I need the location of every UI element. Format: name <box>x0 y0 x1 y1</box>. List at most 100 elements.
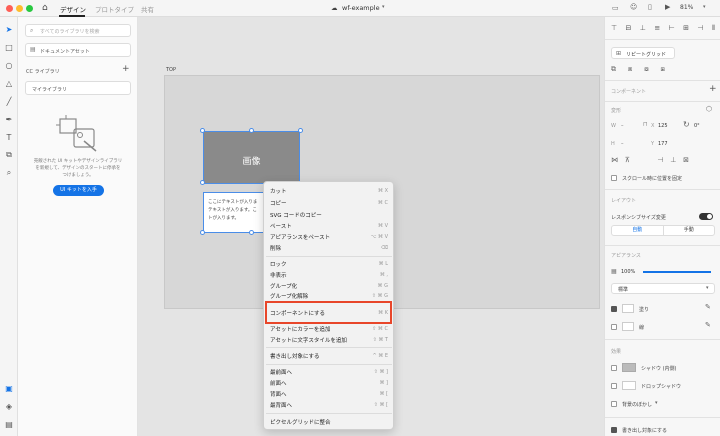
zoom-chevron-icon[interactable]: ▾ <box>703 4 706 10</box>
image-placeholder[interactable]: 画像 <box>203 131 300 184</box>
blend-mode-select[interactable]: 標準 ▾ <box>611 283 715 294</box>
inner-shadow-swatch[interactable] <box>622 363 636 372</box>
eyedropper-icon[interactable]: ✎ <box>705 303 711 311</box>
menu-item-copy[interactable]: コピー ⌘ C <box>270 197 388 208</box>
repeat-grid-button[interactable]: ⊞ リピートグリッド <box>611 47 675 59</box>
padding-icon[interactable]: ⊠ <box>683 156 689 164</box>
menu-item-mark-export[interactable]: 書き出し対象にする ^ ⌘ E <box>270 350 388 361</box>
menu-item-pixel-grid[interactable]: ピクセルグリッドに整合 <box>270 416 388 427</box>
menu-item-bring-to-front[interactable]: 最前面へ ⇧ ⌘ ] <box>270 366 388 377</box>
opacity-value[interactable]: 100% <box>621 269 635 275</box>
selection-handle[interactable] <box>249 230 254 235</box>
flip-horizontal-icon[interactable]: ⋈ <box>611 156 618 164</box>
border-swatch[interactable] <box>622 322 634 331</box>
add-component-icon[interactable]: + <box>709 84 717 94</box>
close-window-button[interactable] <box>6 5 13 12</box>
user-icon[interactable]: ☺ <box>630 3 637 11</box>
menu-item-delete[interactable]: 削除 ⌫ <box>270 242 388 253</box>
resize-mode-manual[interactable]: 手動 <box>662 226 715 235</box>
text-block[interactable]: ここにテキストが入りま テキストが入ります。こ トが入ります。 <box>203 192 265 233</box>
library-search-placeholder[interactable]: すべてのライブラリを検索 <box>40 28 99 35</box>
document-title[interactable]: wf-example <box>342 4 380 12</box>
menu-item-send-to-back[interactable]: 最背面へ ⇧ ⌘ [ <box>270 399 388 410</box>
chevron-down-icon[interactable]: ▾ <box>655 400 658 406</box>
selection-handle[interactable] <box>298 128 303 133</box>
artboard-tool-icon[interactable]: ⧉ <box>4 150 14 160</box>
drop-shadow-checkbox[interactable] <box>611 383 617 389</box>
zoom-level[interactable]: 81% <box>680 4 693 11</box>
tab-prototype[interactable]: プロトタイプ <box>95 4 134 14</box>
bg-blur-checkbox[interactable] <box>611 401 617 407</box>
align-bottom-icon[interactable]: ⊥ <box>640 24 646 33</box>
scroll-fix-checkbox[interactable] <box>611 175 617 181</box>
tab-design[interactable]: デザイン <box>60 4 86 14</box>
plugins-icon[interactable]: ▤ <box>4 419 14 429</box>
document-assets-item[interactable]: ▤ ドキュメントアセット <box>25 43 131 57</box>
align-center-icon[interactable]: ⊞ <box>683 24 689 33</box>
pen-tool-icon[interactable]: ✒ <box>4 114 14 124</box>
height-value[interactable]: – <box>621 141 624 147</box>
tab-share[interactable]: 共有 <box>141 4 154 14</box>
menu-item-paste[interactable]: ペースト ⌘ V <box>270 220 388 231</box>
menu-item-make-component[interactable]: コンポーネントにする ⌘ K <box>270 307 388 318</box>
play-icon[interactable]: ▶ <box>665 3 670 11</box>
flip-vertical-icon[interactable]: ⊼ <box>625 156 630 164</box>
line-tool-icon[interactable]: ╱ <box>4 96 14 106</box>
responsive-toggle[interactable] <box>699 213 713 220</box>
fill-checkbox[interactable] <box>611 306 617 312</box>
menu-item-paste-appearance[interactable]: アピアランスをペースト ⌥ ⌘ V <box>270 231 388 242</box>
intersect-shape-icon[interactable]: ⧇ <box>644 65 648 74</box>
align-middle-icon[interactable]: ⊟ <box>626 24 632 33</box>
home-icon[interactable]: ⌂ <box>42 3 48 13</box>
artboard-title[interactable]: TOP <box>166 67 176 73</box>
menu-item-lock[interactable]: ロック ⌘ L <box>270 258 388 269</box>
align-top-icon[interactable]: ⊤ <box>611 24 617 33</box>
stack-vertical-icon[interactable]: ⊥ <box>670 156 676 164</box>
export-checkbox[interactable] <box>611 427 617 433</box>
menu-item-add-color[interactable]: アセットにカラーを追加 ⇧ ⌘ C <box>270 323 388 334</box>
zoom-tool-icon[interactable]: ⌕ <box>4 168 14 178</box>
resize-mode-auto[interactable]: 自動 <box>612 226 663 235</box>
distribute-vertical-icon[interactable]: ≡ <box>654 24 660 33</box>
menu-item-add-text-style[interactable]: アセットに文字スタイルを追加 ⇧ ⌘ T <box>270 334 388 345</box>
subtract-shape-icon[interactable]: ⧈ <box>628 65 632 74</box>
menu-item-ungroup[interactable]: グループ化解除 ⇧ ⌘ G <box>270 290 388 301</box>
x-value[interactable]: 125 <box>658 123 668 129</box>
align-right-icon[interactable]: ⊣ <box>697 24 703 33</box>
menu-item-hide[interactable]: 非表示 ⌘ , <box>270 269 388 280</box>
menu-item-cut[interactable]: カット ⌘ X <box>270 185 388 196</box>
3d-cube-icon[interactable]: ⬡ <box>706 105 712 113</box>
menu-item-copy-svg[interactable]: SVG コードのコピー <box>270 209 388 220</box>
maximize-window-button[interactable] <box>26 5 33 12</box>
minimize-window-button[interactable] <box>16 5 23 12</box>
desktop-preview-icon[interactable]: ▭ <box>612 4 619 12</box>
rotation-value[interactable]: 0° <box>694 123 700 129</box>
opacity-slider[interactable] <box>643 271 711 273</box>
selection-handle[interactable] <box>200 180 205 185</box>
lock-ratio-icon[interactable]: ⊓ <box>643 121 648 128</box>
text-tool-icon[interactable]: T <box>4 132 14 142</box>
width-value[interactable]: – <box>621 123 624 129</box>
align-left-icon[interactable]: ⊢ <box>669 24 675 33</box>
border-checkbox[interactable] <box>611 324 617 330</box>
assets-icon[interactable]: ▣ <box>4 383 14 393</box>
rotate-icon[interactable]: ↻ <box>683 120 690 129</box>
menu-item-bring-forward[interactable]: 前面へ ⌘ ] <box>270 377 388 388</box>
library-search-box[interactable]: ⌕ すべてのライブラリを検索 <box>25 24 131 37</box>
y-value[interactable]: 177 <box>658 141 668 147</box>
add-shape-icon[interactable]: ⧉ <box>611 65 616 74</box>
chevron-down-icon[interactable]: ▾ <box>382 4 385 10</box>
my-library-item[interactable]: マイライブラリ <box>25 81 131 95</box>
menu-item-send-backward[interactable]: 背面へ ⌘ [ <box>270 388 388 399</box>
drop-shadow-swatch[interactable] <box>622 381 636 390</box>
exclude-shape-icon[interactable]: ⧆ <box>661 65 665 74</box>
selection-handle[interactable] <box>200 230 205 235</box>
mobile-preview-icon[interactable]: ▯ <box>648 3 652 11</box>
stack-icon[interactable]: ⊣ <box>657 156 663 164</box>
selection-handle[interactable] <box>249 128 254 133</box>
polygon-tool-icon[interactable]: △ <box>4 78 14 88</box>
get-ui-kit-button[interactable]: UI キットを入手 <box>53 185 104 196</box>
selection-handle[interactable] <box>200 128 205 133</box>
rectangle-tool-icon[interactable]: □ <box>4 42 14 52</box>
fill-swatch[interactable] <box>622 304 634 313</box>
